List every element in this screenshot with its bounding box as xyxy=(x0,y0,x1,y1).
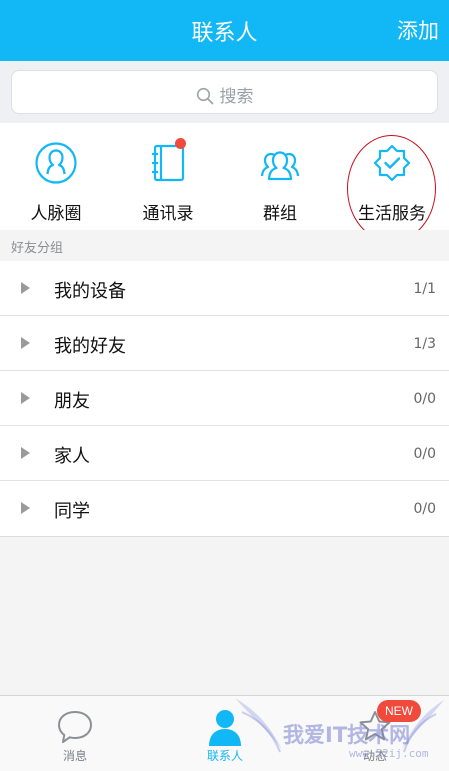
verified-badge-icon xyxy=(373,144,411,182)
group-count: 1/3 xyxy=(413,336,436,352)
tab-moments[interactable]: 动态 xyxy=(300,696,449,771)
tab-label: 消息 xyxy=(62,749,87,763)
quick-action-label: 群组 xyxy=(263,204,297,224)
quick-action-life-services[interactable]: 生活服务 xyxy=(336,123,448,230)
add-button[interactable]: 添加 xyxy=(397,15,439,45)
title-bar: 联系人 添加 xyxy=(0,0,449,61)
group-name: 家人 xyxy=(54,446,90,467)
tab-contacts[interactable]: 联系人 xyxy=(150,696,300,771)
friend-group-row[interactable]: 朋友 0/0 xyxy=(0,371,449,426)
group-count: 0/0 xyxy=(413,446,436,462)
group-name: 同学 xyxy=(54,501,90,522)
search-icon xyxy=(196,87,213,105)
expand-arrow-icon xyxy=(21,502,30,514)
friend-group-row[interactable]: 我的好友 1/3 xyxy=(0,316,449,371)
group-name: 朋友 xyxy=(54,391,90,412)
group-count: 0/0 xyxy=(413,501,436,517)
tab-label: 动态 xyxy=(362,749,387,763)
friend-group-row[interactable]: 家人 0/0 xyxy=(0,426,449,481)
friend-group-row[interactable]: 同学 0/0 xyxy=(0,481,449,536)
tab-label: 联系人 xyxy=(206,749,243,763)
friend-group-list: 我的设备 1/1 我的好友 1/3 朋友 0/0 家人 0/0 同学 0/0 xyxy=(0,261,449,537)
quick-action-groups[interactable]: 群组 xyxy=(224,123,336,230)
quick-action-label: 通讯录 xyxy=(142,204,194,224)
search-placeholder: 搜索 xyxy=(219,87,254,107)
friend-group-row[interactable]: 我的设备 1/1 xyxy=(0,261,449,316)
quick-action-address-book[interactable]: 通讯录 xyxy=(112,123,224,230)
search-input[interactable]: 搜索 xyxy=(11,70,438,114)
section-heading: 好友分组 xyxy=(11,241,64,256)
expand-arrow-icon xyxy=(21,392,30,404)
contact-person-icon xyxy=(209,710,241,746)
friend-groups-header: 好友分组 xyxy=(0,230,449,261)
group-name: 我的设备 xyxy=(54,281,126,302)
group-count: 1/1 xyxy=(413,281,436,297)
expand-arrow-icon xyxy=(21,447,30,459)
tab-messages[interactable]: 消息 xyxy=(0,696,150,771)
quick-action-label: 人脉圈 xyxy=(30,204,82,224)
chat-bubble-icon xyxy=(58,711,92,743)
quick-action-network[interactable]: 人脉圈 xyxy=(0,123,112,230)
expand-arrow-icon xyxy=(21,337,30,349)
quick-actions: 人脉圈 通讯录 群组 生活服务 xyxy=(0,123,449,230)
group-name: 我的好友 xyxy=(54,336,126,357)
page-title: 联系人 xyxy=(191,21,258,46)
quick-action-label: 生活服务 xyxy=(358,204,426,224)
new-badge: NEW xyxy=(377,700,421,722)
search-area: 搜索 xyxy=(0,61,449,123)
group-count: 0/0 xyxy=(413,391,436,407)
person-circle-icon xyxy=(35,142,77,184)
expand-arrow-icon xyxy=(21,282,30,294)
unread-dot xyxy=(175,138,186,149)
group-icon xyxy=(260,151,300,181)
